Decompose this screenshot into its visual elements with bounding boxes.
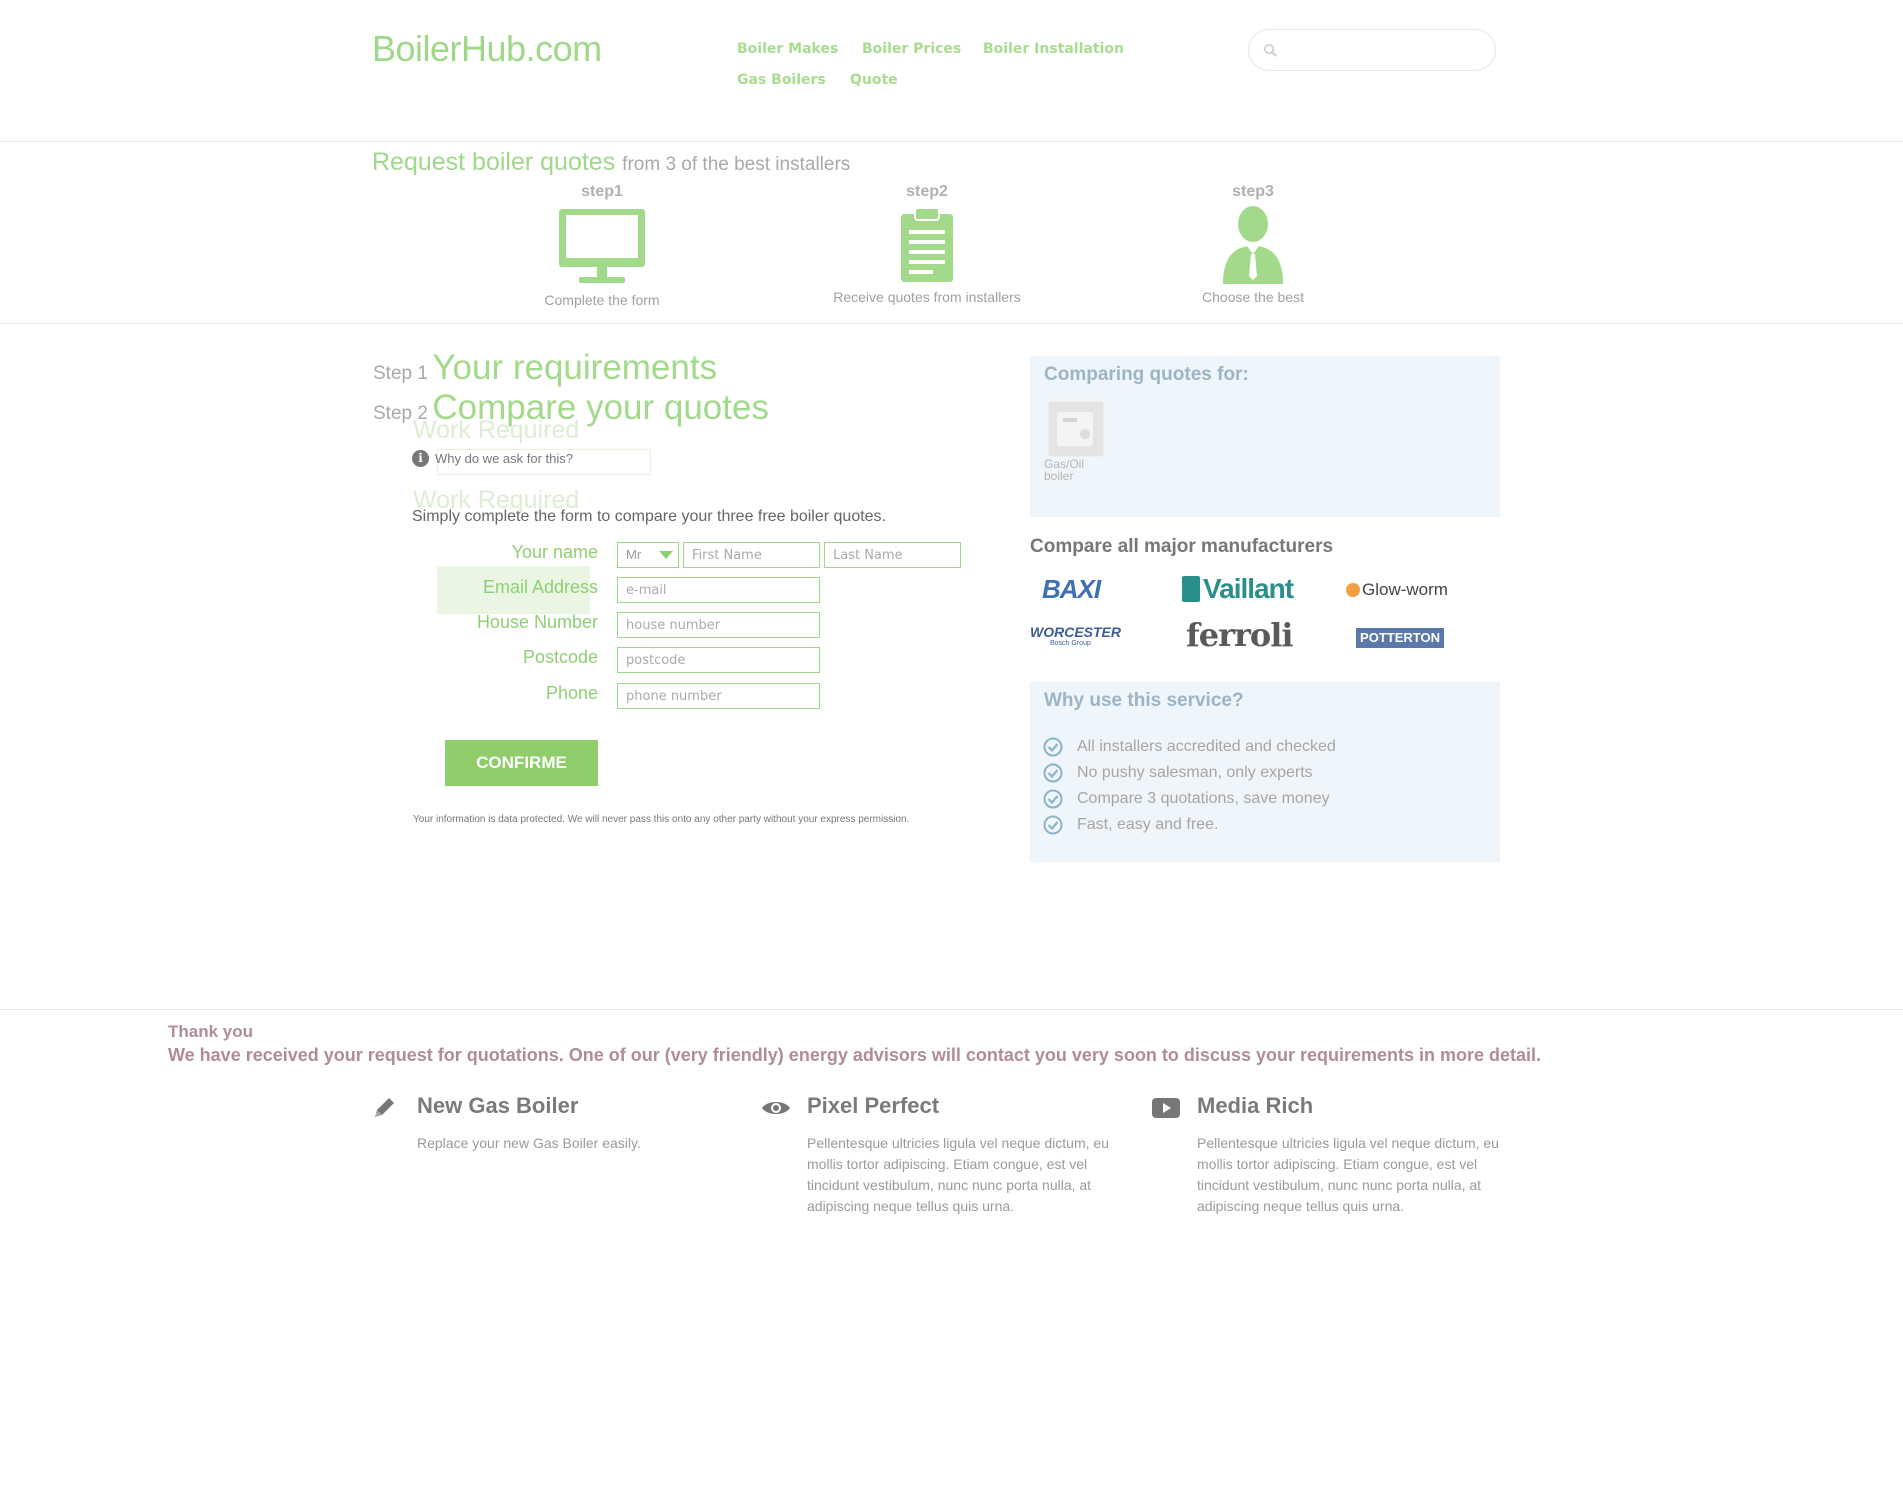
info-text: Why do we ask for this? [435,451,573,466]
why-item: Fast, easy and free. [1043,815,1218,835]
vaillant-text: Vaillant [1203,573,1294,604]
check-circle-icon [1043,737,1063,757]
phone-field[interactable] [617,683,820,709]
boiler-thumbnail[interactable] [1048,401,1104,457]
divider [0,141,1903,142]
banner-title-text: Request boiler quotes [372,148,616,176]
why-item-text: No pushy salesman, only experts [1077,764,1313,781]
info-icon: i [412,450,429,467]
chevron-down-icon [659,551,673,559]
search-icon [1263,43,1277,57]
step-label: step3 [1232,183,1274,200]
banner-subtitle: from 3 of the best installers [622,154,851,175]
step-caption: Choose the best [1202,289,1304,305]
search-input[interactable] [1289,38,1483,64]
glow-worm-text: Glow-worm [1362,580,1448,599]
divider [0,1009,1903,1010]
boiler-image [1057,412,1093,446]
nav-boiler-prices[interactable]: Boiler Prices [862,41,961,57]
info-line[interactable]: i Why do we ask for this? [412,450,573,467]
baxi-logo[interactable]: BAXI [1042,574,1101,605]
label-email: Email Address [482,577,598,597]
vaillant-logo[interactable]: Vaillant [1182,573,1294,605]
nav-quote[interactable]: Quote [850,72,898,88]
label-postcode: Postcode [522,647,598,667]
step1-prefix: Step 1 [373,363,428,384]
divider [0,323,1903,324]
step-caption: Receive quotes from installers [833,289,1021,305]
check-circle-icon [1043,763,1063,783]
why-title: Why use this service? [1044,690,1244,711]
first-name-field[interactable] [683,542,820,568]
why-item: All installers accredited and checked [1043,737,1336,757]
email-field[interactable] [617,577,820,603]
thanks-title: Thank you [168,1022,254,1041]
title-select-value: Mr [626,547,642,562]
label-name: Your name [511,542,598,562]
search-box[interactable] [1248,29,1496,71]
step-label: step2 [906,183,948,200]
vaillant-hare-icon [1182,576,1200,602]
ferroli-logo[interactable]: ferroli [1186,616,1293,654]
glow-worm-logo[interactable]: Glow-worm [1346,580,1448,600]
nav-gas-boilers[interactable]: Gas Boilers [737,72,826,88]
step-caption: Complete the form [544,292,660,308]
nav-boiler-installation[interactable]: Boiler Installation [983,41,1124,57]
check-circle-icon [1043,789,1063,809]
worcester-logo[interactable]: WORCESTER Bosch Group [1030,624,1121,647]
ghost-work-required: Work Required [413,416,580,444]
why-item-text: Fast, easy and free. [1077,816,1219,833]
step1-heading: Step 1 Your requirements [373,348,717,388]
site-logo[interactable]: BoilerHub.com [372,28,602,70]
label-house: House Number [476,612,598,632]
label-phone: Phone [545,683,598,703]
worcester-text: WORCESTER [1030,624,1121,640]
person-icon [1223,206,1283,284]
why-item-text: Compare 3 quotations, save money [1077,790,1330,807]
worcester-subtext: Bosch Group [1050,640,1091,647]
title-select[interactable]: Mr [617,542,679,568]
feature-title: Media Rich [1197,1093,1314,1118]
thanks-message: We have received your request for quotat… [168,1045,1542,1065]
banner-step-1: step1 Complete the form [452,183,752,308]
why-item: No pushy salesman, only experts [1043,763,1313,783]
glow-worm-sun-icon [1346,583,1360,597]
banner-title: Request boiler quotes from 3 of the best… [372,148,850,177]
clipboard-icon [901,207,953,282]
feature-title: Pixel Perfect [807,1093,940,1118]
check-circle-icon [1043,815,1063,835]
feature-text: Pellentesque ultricies ligula vel neque … [807,1135,1109,1214]
banner-step-2: step2 Receive quotes from installers [777,183,1077,305]
banner-step-3: step3 Choose the best [1103,183,1403,305]
form-lead: Simply complete the form to compare your… [412,508,886,525]
privacy-note: Your information is data protected. We w… [413,814,910,825]
house-number-field[interactable] [617,612,820,638]
feature-text: Pellentesque ultricies ligula vel neque … [1197,1135,1499,1214]
potterton-logo[interactable]: POTTERTON [1356,628,1444,648]
last-name-field[interactable] [824,542,961,568]
step1-title: Your requirements [432,348,718,387]
comparing-title: Comparing quotes for: [1044,364,1249,385]
pencil-icon [375,1098,394,1117]
eye-icon [762,1102,790,1114]
manufacturers-title: Compare all major manufacturers [1030,536,1334,557]
why-item: Compare 3 quotations, save money [1043,789,1330,809]
why-item-text: All installers accredited and checked [1077,738,1336,755]
feature-title: New Gas Boiler [417,1093,579,1118]
feature-text: Replace your new Gas Boiler easily. [417,1135,641,1151]
nav-boiler-makes[interactable]: Boiler Makes [737,41,838,57]
step-label: step1 [581,183,623,200]
boiler-thumbnail-caption: Gas/Oil boiler [1044,457,1085,483]
monitor-icon [559,209,645,283]
confirm-button[interactable]: CONFIRME [445,740,598,786]
play-icon [1152,1098,1180,1118]
postcode-field[interactable] [617,647,820,673]
